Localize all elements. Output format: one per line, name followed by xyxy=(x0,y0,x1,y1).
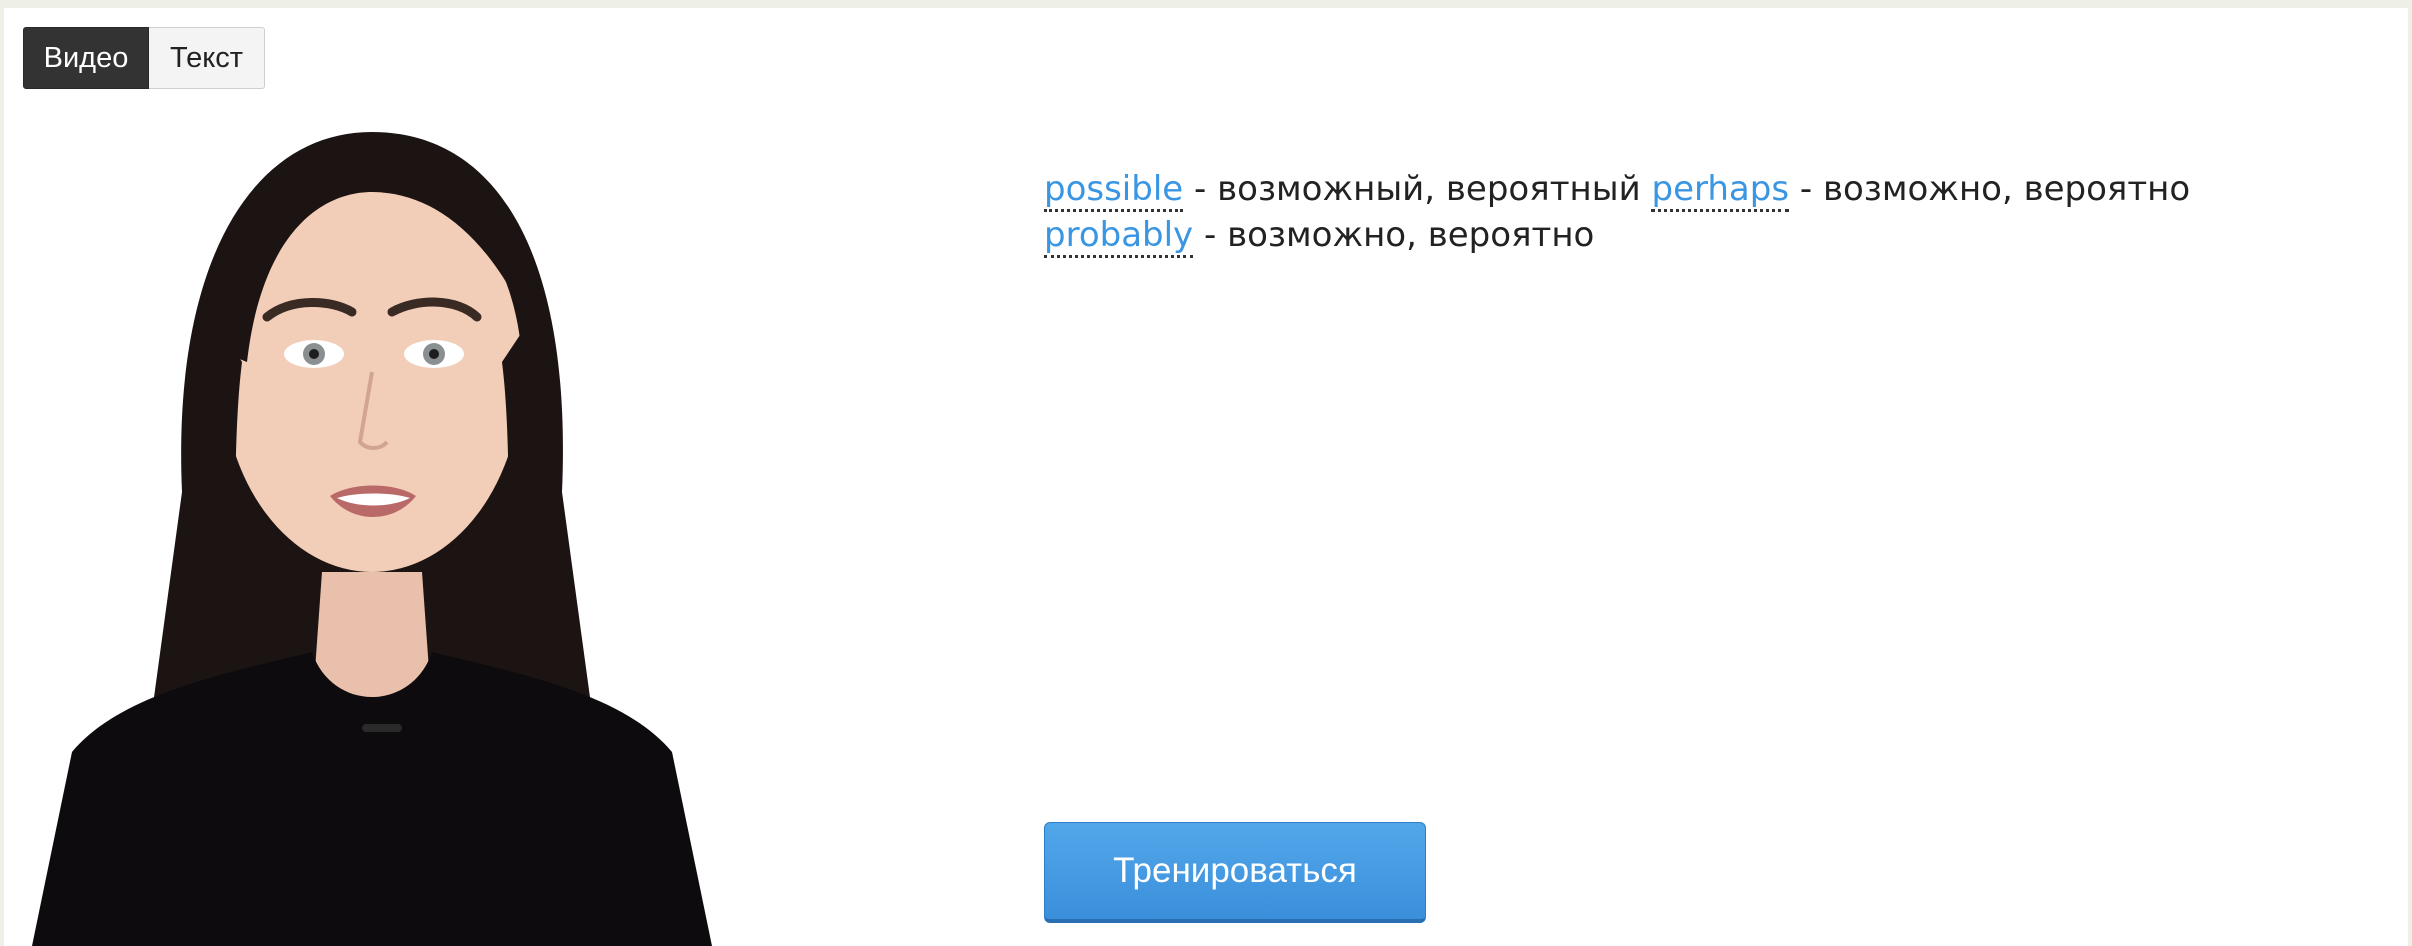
presenter-illustration xyxy=(32,132,712,946)
tab-video[interactable]: Видео xyxy=(23,27,149,89)
view-tabs: Видео Текст xyxy=(23,27,265,91)
lesson-card: Видео Текст possible - возможный, вероят… xyxy=(4,8,2408,946)
tab-text[interactable]: Текст xyxy=(149,27,265,89)
train-button[interactable]: Тренироваться xyxy=(1044,822,1426,923)
vocab-word-possible[interactable]: possible xyxy=(1044,169,1184,212)
vocab-separator: - xyxy=(1789,169,1823,209)
vocab-translation-perhaps: возможно, вероятно xyxy=(1822,169,2191,209)
vocab-word-perhaps[interactable]: perhaps xyxy=(1651,169,1790,212)
vocab-separator: - xyxy=(1183,169,1218,209)
vocabulary-text: possible - возможный, вероятный perhaps … xyxy=(1044,166,2344,258)
vocab-word-probably[interactable]: probably xyxy=(1044,215,1194,258)
video-player[interactable] xyxy=(32,112,912,946)
vocab-separator: - xyxy=(1193,215,1228,255)
vocab-translation-possible: возможный, вероятный xyxy=(1217,169,1641,209)
vocab-translation-probably: возможно, вероятно xyxy=(1227,215,1595,255)
